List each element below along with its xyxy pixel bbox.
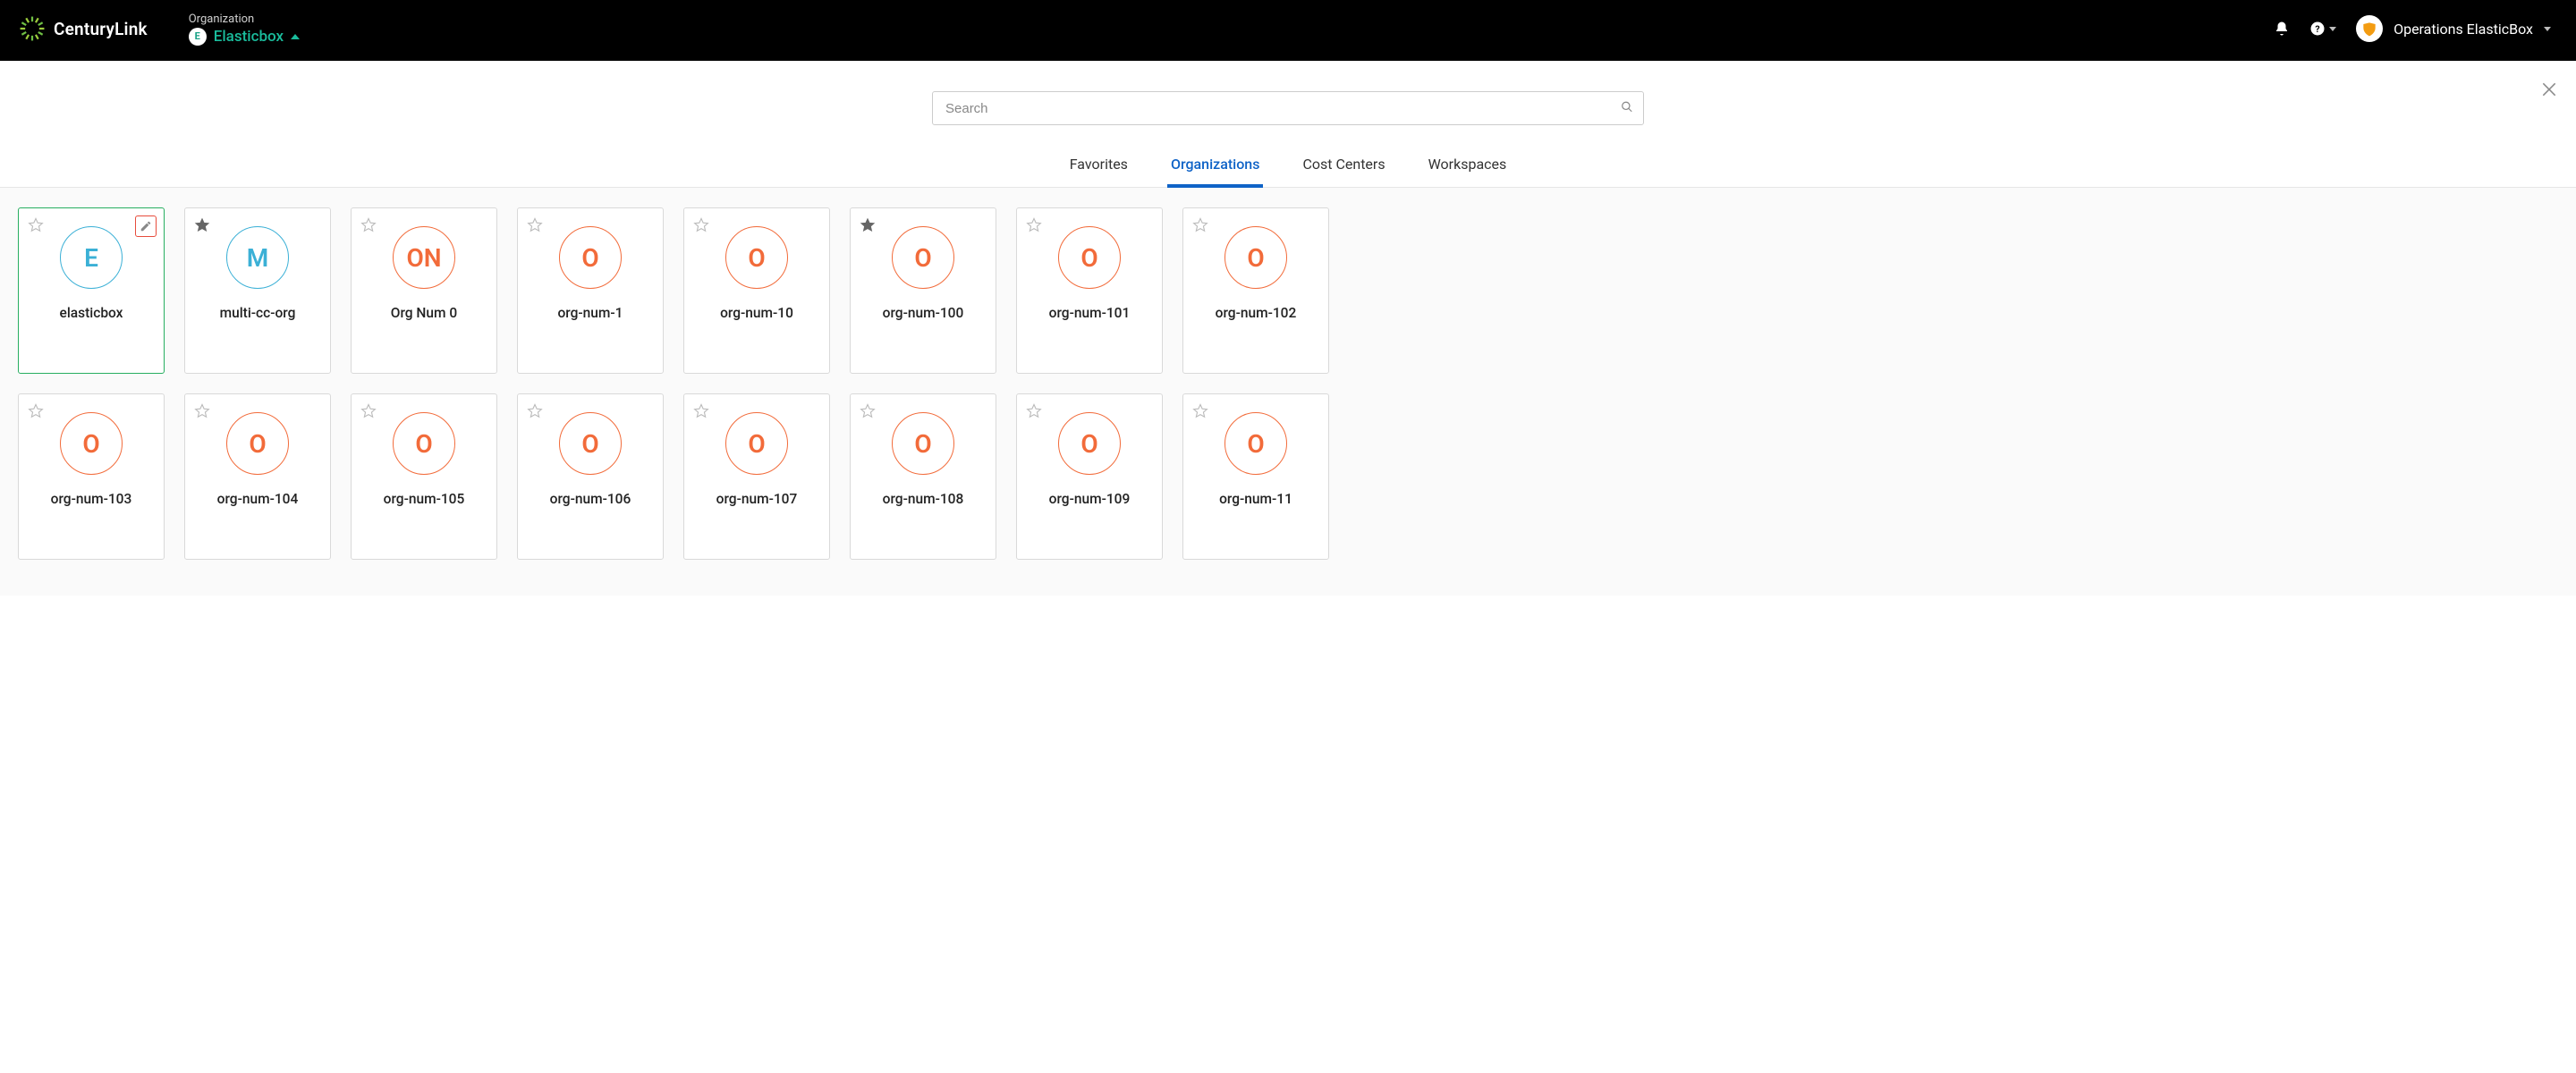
close-button[interactable] — [2540, 80, 2558, 102]
org-avatar: O — [559, 226, 622, 289]
org-avatar: O — [892, 226, 954, 289]
favorite-star-icon[interactable] — [360, 403, 377, 423]
org-avatar: O — [892, 412, 954, 475]
org-card-label: org-num-107 — [716, 491, 798, 507]
brand-block: CenturyLink — [20, 16, 148, 41]
org-card[interactable]: Oorg-num-106 — [517, 393, 664, 560]
favorite-star-icon[interactable] — [527, 217, 543, 237]
brand-name: CenturyLink — [54, 19, 148, 39]
favorite-star-icon[interactable] — [693, 403, 709, 423]
org-card-label: org-num-105 — [384, 491, 465, 507]
org-avatar: ON — [393, 226, 455, 289]
grid-area: EelasticboxMmulti-cc-orgONOrg Num 0Oorg-… — [0, 188, 2576, 596]
org-avatar: O — [1224, 226, 1287, 289]
brand-logo-icon — [20, 16, 45, 41]
org-avatar: E — [60, 226, 123, 289]
org-card[interactable]: Oorg-num-101 — [1016, 207, 1163, 374]
org-card-label: Org Num 0 — [391, 305, 457, 321]
org-card[interactable]: Oorg-num-108 — [850, 393, 996, 560]
favorite-star-icon[interactable] — [1192, 403, 1208, 423]
svg-text:?: ? — [2315, 23, 2319, 35]
caret-down-icon — [2544, 27, 2551, 31]
org-avatar: O — [60, 412, 123, 475]
org-card-label: org-num-104 — [217, 491, 299, 507]
favorite-star-icon[interactable] — [28, 217, 44, 237]
org-card-label: org-num-101 — [1049, 305, 1131, 321]
user-avatar-icon — [2356, 15, 2383, 42]
org-card-label: org-num-102 — [1216, 305, 1297, 321]
org-card[interactable]: Oorg-num-103 — [18, 393, 165, 560]
header-right: ? Operations ElasticBox — [2274, 15, 2551, 42]
favorite-star-icon[interactable] — [360, 217, 377, 237]
user-menu[interactable]: Operations ElasticBox — [2356, 15, 2551, 42]
help-icon[interactable]: ? — [2309, 21, 2336, 37]
org-card-label: org-num-1 — [557, 305, 623, 321]
favorite-star-icon[interactable] — [1026, 217, 1042, 237]
org-badge-icon: E — [189, 28, 207, 46]
org-row[interactable]: E Elasticbox — [189, 28, 300, 46]
search-input[interactable] — [932, 91, 1644, 125]
org-avatar: O — [1224, 412, 1287, 475]
edit-button[interactable] — [135, 215, 157, 237]
org-card[interactable]: Oorg-num-107 — [683, 393, 830, 560]
tab-workspaces[interactable]: Workspaces — [1427, 150, 1509, 187]
org-card-label: org-num-11 — [1219, 491, 1292, 507]
favorite-star-icon[interactable] — [28, 403, 44, 423]
org-avatar: O — [1058, 226, 1121, 289]
org-card[interactable]: Oorg-num-104 — [184, 393, 331, 560]
caret-down-icon — [2329, 27, 2336, 31]
user-name: Operations ElasticBox — [2394, 21, 2533, 38]
tab-cost-centers[interactable]: Cost Centers — [1301, 150, 1386, 187]
org-name: Elasticbox — [214, 28, 284, 46]
org-avatar: O — [725, 226, 788, 289]
favorite-star-icon[interactable] — [1192, 217, 1208, 237]
org-card-label: org-num-106 — [550, 491, 631, 507]
org-card[interactable]: Oorg-num-1 — [517, 207, 664, 374]
org-card-label: elasticbox — [60, 305, 123, 321]
org-avatar: O — [1058, 412, 1121, 475]
org-avatar: O — [559, 412, 622, 475]
org-card[interactable]: Oorg-num-100 — [850, 207, 996, 374]
org-card-label: org-num-103 — [51, 491, 132, 507]
org-card[interactable]: Oorg-num-11 — [1182, 393, 1329, 560]
favorite-star-icon[interactable] — [1026, 403, 1042, 423]
org-card-label: org-num-108 — [883, 491, 964, 507]
app-header: CenturyLink Organization E Elasticbox ? … — [0, 0, 2576, 61]
org-card[interactable]: Mmulti-cc-org — [184, 207, 331, 374]
org-avatar: O — [226, 412, 289, 475]
favorite-star-icon[interactable] — [194, 217, 210, 237]
org-card-label: multi-cc-org — [220, 305, 296, 321]
org-card[interactable]: Oorg-num-105 — [351, 393, 497, 560]
org-card[interactable]: Oorg-num-109 — [1016, 393, 1163, 560]
org-avatar: M — [226, 226, 289, 289]
org-card-label: org-num-10 — [720, 305, 793, 321]
org-avatar: O — [393, 412, 455, 475]
org-card[interactable]: Oorg-num-10 — [683, 207, 830, 374]
favorite-star-icon[interactable] — [693, 217, 709, 237]
top-area: Favorites Organizations Cost Centers Worksp… — [0, 61, 2576, 188]
org-card-label: org-num-100 — [883, 305, 964, 321]
org-avatar: O — [725, 412, 788, 475]
favorite-star-icon[interactable] — [860, 403, 876, 423]
search-wrap — [932, 91, 1644, 125]
org-card-label: org-num-109 — [1049, 491, 1131, 507]
favorite-star-icon[interactable] — [194, 403, 210, 423]
tabs: Favorites Organizations Cost Centers Worksp… — [0, 150, 2576, 188]
org-label: Organization — [189, 13, 300, 26]
org-card[interactable]: Eelasticbox — [18, 207, 165, 374]
org-switcher[interactable]: Organization E Elasticbox — [189, 13, 300, 46]
tab-favorites[interactable]: Favorites — [1068, 150, 1130, 187]
search-icon — [1621, 100, 1633, 117]
favorite-star-icon[interactable] — [860, 217, 876, 237]
org-card[interactable]: Oorg-num-102 — [1182, 207, 1329, 374]
favorite-star-icon[interactable] — [527, 403, 543, 423]
org-card[interactable]: ON Org Num 0 — [351, 207, 497, 374]
caret-up-icon — [291, 34, 300, 39]
notifications-icon[interactable] — [2274, 21, 2290, 37]
tab-organizations[interactable]: Organizations — [1169, 150, 1262, 187]
org-grid: EelasticboxMmulti-cc-orgONOrg Num 0Oorg-… — [18, 207, 2558, 560]
